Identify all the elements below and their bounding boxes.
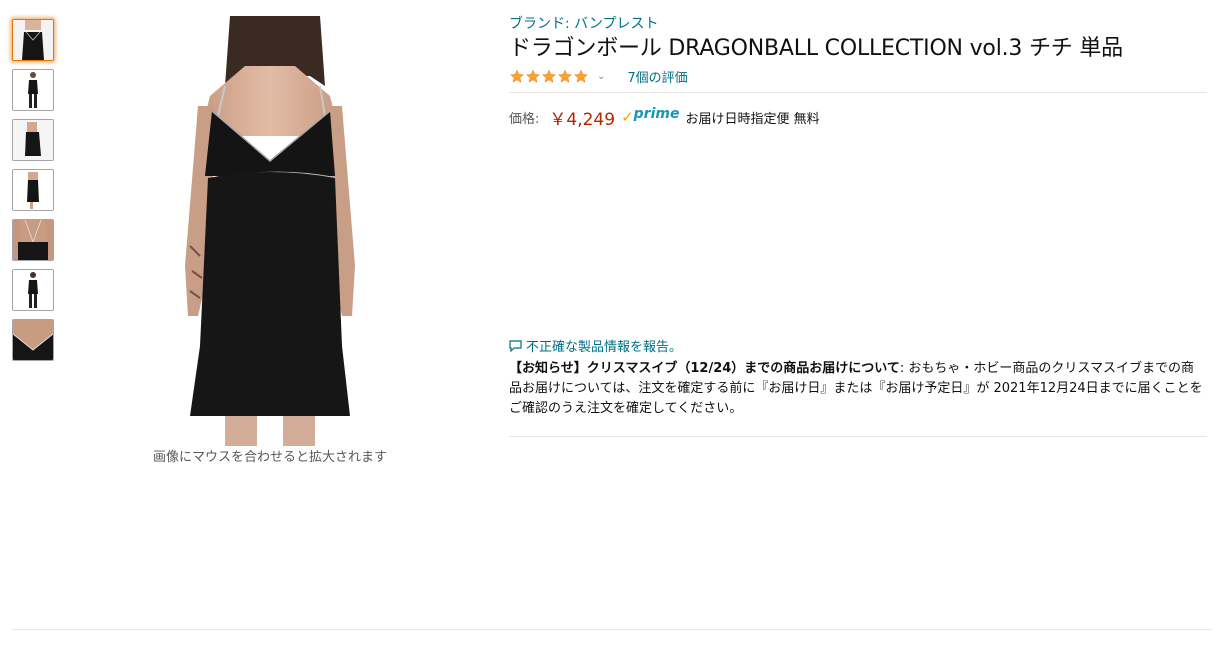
star-icon — [542, 69, 556, 83]
thumbnail-front-view[interactable] — [12, 19, 54, 61]
dress-main-image — [170, 16, 370, 446]
chevron-down-icon[interactable]: ⌄ — [597, 71, 605, 82]
dress-neckline-thumbnail-image — [13, 320, 53, 360]
star-icon — [574, 69, 588, 83]
notice-title: 【お知らせ】クリスマスイブ（12/24）までの商品お届けについて — [509, 361, 900, 376]
dress-full-body-thumbnail-image — [13, 70, 53, 110]
divider — [509, 92, 1207, 93]
christmas-notice: 【お知らせ】クリスマスイブ（12/24）までの商品お届けについて: おもちゃ・ホ… — [509, 359, 1204, 419]
thumbnail-full-body-side[interactable] — [12, 169, 54, 211]
comment-icon — [509, 339, 522, 352]
star-icon — [558, 69, 572, 83]
dress-back-thumbnail-image — [13, 220, 53, 260]
thumbnail-back-view[interactable] — [12, 219, 54, 261]
product-info: ブランド: バンプレスト ドラゴンボール DRAGONBALL COLLECTI… — [509, 14, 1209, 130]
dress-front-thumbnail-image — [13, 20, 53, 60]
dress-full-back-thumbnail-image — [13, 270, 53, 310]
price-row: 価格: ￥4,249 ✓ prime お届け日時指定便 無料 — [509, 106, 1209, 130]
report-link-text: 不正確な製品情報を報告。 — [526, 340, 683, 355]
thumbnail-full-body-front[interactable] — [12, 69, 54, 111]
prime-badge[interactable]: prime — [634, 106, 680, 122]
brand-link[interactable]: ブランド: バンプレスト — [509, 14, 1209, 34]
prime-check-icon: ✓ — [621, 108, 634, 126]
thumbnail-side-view[interactable] — [12, 119, 54, 161]
dress-side-thumbnail-image — [13, 120, 53, 160]
rating-count-link[interactable]: 7個の評価 — [627, 67, 687, 86]
delivery-info: お届け日時指定便 無料 — [685, 111, 820, 127]
main-product-image[interactable] — [170, 16, 370, 446]
divider — [509, 436, 1207, 437]
price-value: ￥4,249 — [549, 109, 616, 130]
product-title: ドラゴンボール DRAGONBALL COLLECTION vol.3 チチ 単… — [509, 36, 1123, 61]
report-incorrect-info-link[interactable]: 不正確な製品情報を報告。 — [509, 336, 682, 355]
dress-full-side-thumbnail-image — [13, 170, 53, 210]
divider — [12, 629, 1212, 630]
thumbnail-neckline-detail[interactable] — [12, 319, 54, 361]
star-icon — [510, 69, 524, 83]
thumbnail-strip — [12, 19, 56, 369]
price-label: 価格: — [509, 111, 540, 127]
star-rating[interactable] — [509, 69, 589, 84]
rating-row: ⌄ 7個の評価 — [509, 66, 1209, 86]
thumbnail-full-body-back[interactable] — [12, 269, 54, 311]
zoom-hint: 画像にマウスを合わせると拡大されます — [152, 450, 387, 465]
star-icon — [526, 69, 540, 83]
